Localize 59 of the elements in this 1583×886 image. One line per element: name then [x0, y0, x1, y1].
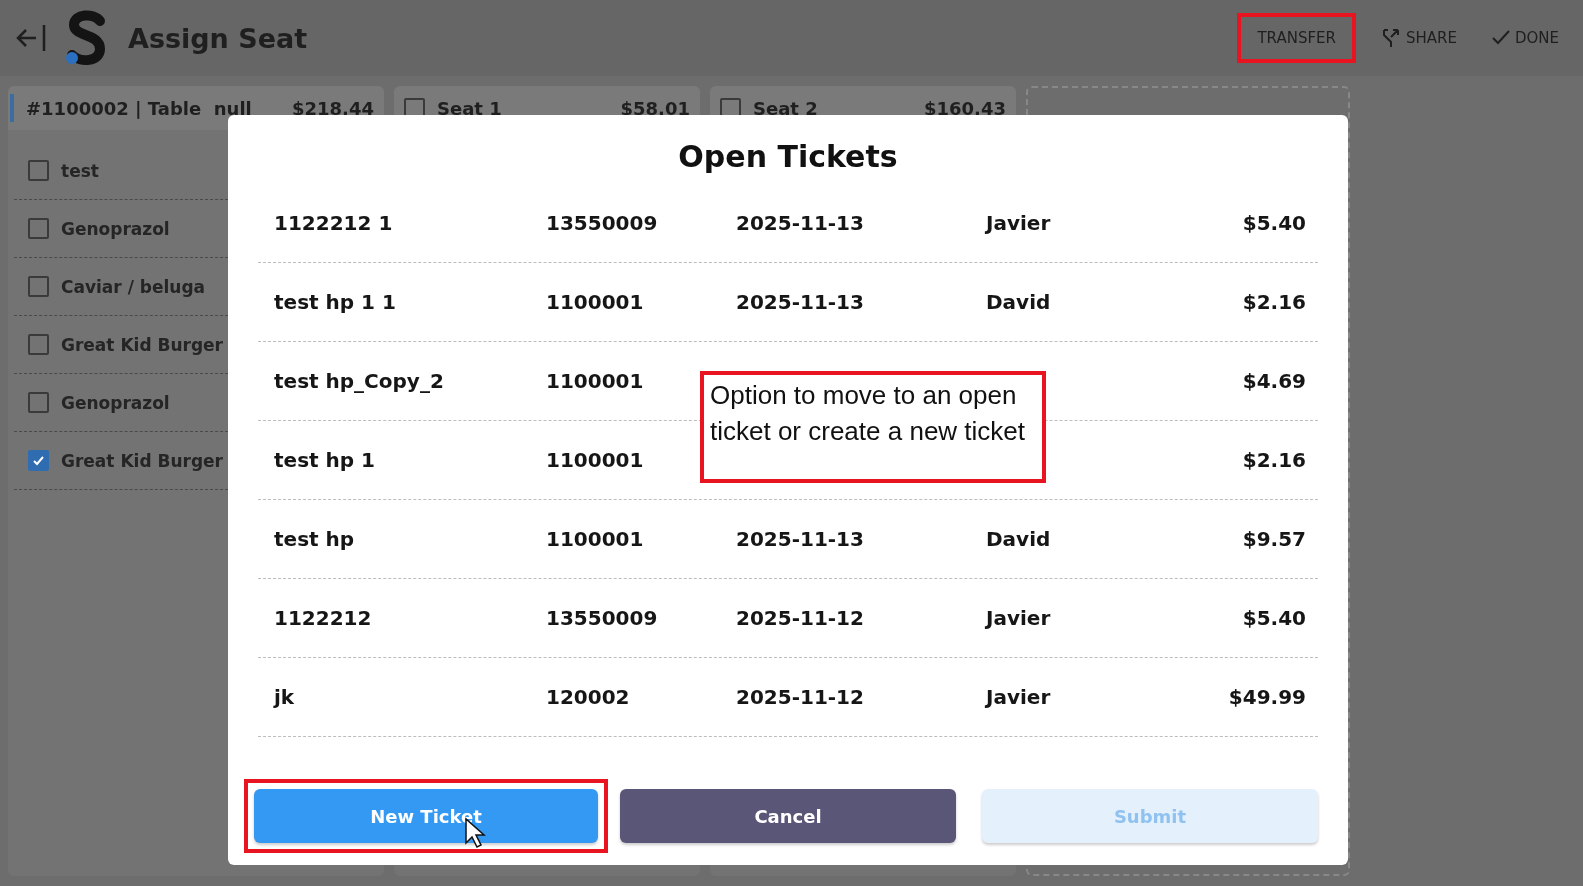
checkbox[interactable] — [28, 276, 49, 297]
dialog-title: Open Tickets — [677, 139, 899, 174]
seat-total: $160.43 — [924, 97, 1006, 119]
checkbox[interactable] — [28, 392, 49, 413]
seat-total: $58.01 — [620, 97, 690, 119]
ticket-number: 1100001 — [546, 448, 645, 472]
ticket-amount: $49.99 — [1228, 685, 1306, 709]
ticket-amount: $5.40 — [1242, 606, 1306, 630]
order-total: $218.44 — [292, 97, 374, 119]
checkbox[interactable] — [28, 450, 49, 471]
ticket-row[interactable]: 1122212 13550009 2025-11-12 Javier $5.40 — [258, 579, 1318, 658]
ticket-row[interactable]: test hp 1 1 1100001 2025-11-13 David $2.16 — [258, 263, 1318, 342]
checkbox[interactable] — [28, 218, 49, 239]
ticket-date: 2025-11-12 — [736, 685, 865, 709]
ticket-date: 2025-11-12 — [736, 606, 865, 630]
ticket-server: David — [986, 290, 1052, 314]
ticket-name: test hp — [274, 527, 356, 551]
ticket-name: 1122212 1 — [274, 211, 394, 235]
ticket-amount: $2.16 — [1242, 448, 1306, 472]
ticket-date: 2025-11-13 — [736, 290, 865, 314]
ticket-date: 2025-11-13 — [736, 211, 865, 235]
ticket-name: test hp 1 1 — [274, 290, 397, 314]
ticket-row[interactable]: test hp 1100001 2025-11-13 David $9.57 — [258, 500, 1318, 579]
order-title: #1100002 | Table null — [26, 97, 252, 119]
ticket-name: test hp 1 — [274, 448, 376, 472]
item-name: Great Kid Burger — [61, 450, 223, 471]
ticket-number: 13550009 — [546, 211, 659, 235]
ticket-number: 13550009 — [546, 606, 659, 630]
item-name: Genoprazol — [61, 218, 170, 239]
ticket-name: jk — [274, 685, 296, 709]
item-name: Caviar / beluga — [61, 276, 206, 297]
annotation-note: Option to move to an open ticket or create a new ticket — [700, 371, 1046, 483]
ticket-number: 1100001 — [546, 290, 645, 314]
ticket-amount: $9.57 — [1242, 527, 1306, 551]
item-name: Genoprazol — [61, 392, 170, 413]
ticket-amount: $5.40 — [1242, 211, 1306, 235]
seat-title: Seat 2 — [753, 97, 818, 119]
ticket-row[interactable]: 1122212 1 13550009 2025-11-13 Javier $5.40 — [258, 184, 1318, 263]
ticket-row[interactable]: jk 120002 2025-11-12 Javier $49.99 — [258, 658, 1318, 737]
check-icon — [32, 454, 45, 467]
ticket-server: Javier — [986, 211, 1052, 235]
item-name: test — [61, 160, 99, 181]
ticket-server: Javier — [986, 685, 1052, 709]
cancel-button[interactable]: Cancel — [620, 789, 956, 843]
ticket-number: 120002 — [546, 685, 631, 709]
checkbox[interactable] — [28, 334, 49, 355]
ticket-amount: $4.69 — [1242, 369, 1306, 393]
ticket-name: 1122212 — [274, 606, 373, 630]
ticket-number: 1100001 — [546, 369, 645, 393]
ticket-amount: $2.16 — [1242, 290, 1306, 314]
seat-title: Seat 1 — [437, 97, 502, 119]
ticket-number: 1100001 — [546, 527, 645, 551]
ticket-name: test hp_Copy_2 — [274, 369, 445, 393]
checkbox[interactable] — [28, 160, 49, 181]
ticket-date: 2025-11-13 — [736, 527, 865, 551]
ticket-server: David — [986, 527, 1052, 551]
ticket-server: Javier — [986, 606, 1052, 630]
page-title: Assign Seat — [128, 22, 308, 54]
item-name: Great Kid Burger — [61, 334, 223, 355]
